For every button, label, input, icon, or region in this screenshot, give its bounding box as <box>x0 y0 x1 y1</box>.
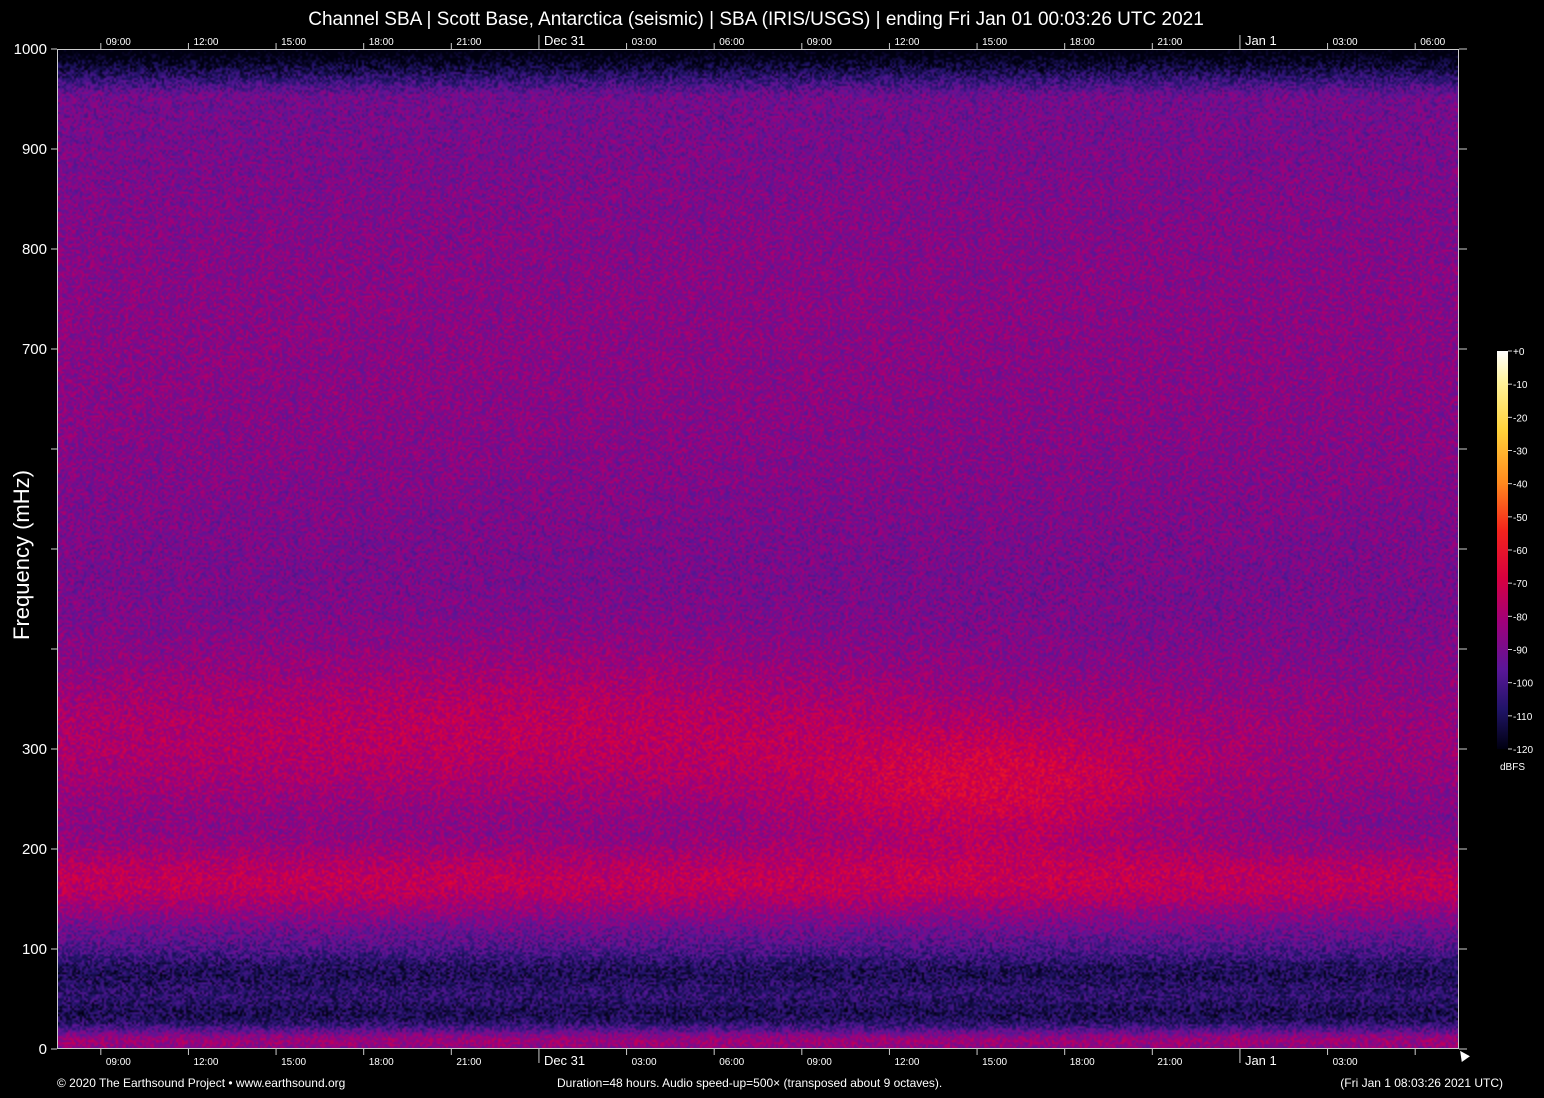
colorbar-tick-label: -70 <box>1513 579 1528 590</box>
x-tick-label-bottom: 15:00 <box>982 1057 1007 1068</box>
y-tick-label: 800 <box>22 241 47 258</box>
x-tick-label-bottom: 06:00 <box>719 1057 744 1068</box>
x-tick-label-top: 21:00 <box>1157 37 1182 48</box>
x-tick-label-top: 06:00 <box>1420 37 1445 48</box>
x-tick-label-top: Dec 31 <box>544 33 585 48</box>
x-tick-label-bottom: 18:00 <box>1070 1057 1095 1068</box>
x-tick-label-bottom: 03:00 <box>632 1057 657 1068</box>
y-tick-label: 300 <box>22 741 47 758</box>
y-tick-label: 100 <box>22 941 47 958</box>
x-tick-label-bottom: 18:00 <box>369 1057 394 1068</box>
y-tick-label: 900 <box>22 141 47 158</box>
x-tick-label-top: 12:00 <box>894 37 919 48</box>
x-tick-label-bottom: 15:00 <box>281 1057 306 1068</box>
y-tick-label: 200 <box>22 841 47 858</box>
x-tick-label-top: 03:00 <box>632 37 657 48</box>
x-tick-label-bottom: 03:00 <box>1333 1057 1358 1068</box>
colorbar-tick-label: -120 <box>1513 745 1533 756</box>
x-tick-label-bottom: 09:00 <box>807 1057 832 1068</box>
y-tick-label: 700 <box>22 341 47 358</box>
x-tick-label-top: 18:00 <box>369 37 394 48</box>
x-tick-label-top: 18:00 <box>1070 37 1095 48</box>
colorbar-tick-label: -90 <box>1513 646 1528 657</box>
colorbar-tick-label: -10 <box>1513 380 1528 391</box>
x-tick-label-top: 03:00 <box>1333 37 1358 48</box>
x-tick-label-bottom: 21:00 <box>456 1057 481 1068</box>
x-tick-label-bottom: 12:00 <box>894 1057 919 1068</box>
x-tick-label-bottom: Dec 31 <box>544 1053 585 1068</box>
colorbar-tick-label: -40 <box>1513 480 1528 491</box>
footer-copyright: © 2020 The Earthsound Project • www.eart… <box>57 1076 346 1090</box>
colorbar-tick-label: -100 <box>1513 679 1533 690</box>
colorbar-tick-label: -110 <box>1513 712 1533 723</box>
y-tick-label: 0 <box>39 1041 47 1058</box>
x-tick-label-bottom: 21:00 <box>1157 1057 1182 1068</box>
colorbar-tick-label: -60 <box>1513 546 1528 557</box>
colorbar-tick-label: -20 <box>1513 413 1528 424</box>
x-tick-label-bottom: Jan 1 <box>1245 1053 1277 1068</box>
x-tick-label-top: 15:00 <box>982 37 1007 48</box>
colorbar-tick-label: -50 <box>1513 513 1528 524</box>
x-tick-label-top: 21:00 <box>456 37 481 48</box>
colorbar-tick-label: -30 <box>1513 447 1528 458</box>
x-tick-label-top: 06:00 <box>719 37 744 48</box>
x-tick-label-top: 12:00 <box>193 37 218 48</box>
x-tick-label-bottom: 09:00 <box>106 1057 131 1068</box>
colorbar-unit-label: dBFS <box>1500 762 1526 773</box>
x-tick-label-top: 09:00 <box>807 37 832 48</box>
axes-overlay: 0 100 200 300 700 800 900 1000 09:00 09:00 12:00 12… <box>14 33 1534 1068</box>
x-tick-label-top: Jan 1 <box>1245 33 1277 48</box>
colorbar-tick-label: +0 <box>1513 347 1525 358</box>
y-tick-label: 1000 <box>14 41 47 58</box>
x-tick-label-top: 09:00 <box>106 37 131 48</box>
colorbar <box>1497 351 1508 749</box>
colorbar-tick-label: -80 <box>1513 612 1528 623</box>
footer-duration-info: Duration=48 hours. Audio speed-up=500× (… <box>557 1076 943 1090</box>
x-tick-label-bottom: 12:00 <box>193 1057 218 1068</box>
footer-timestamp: (Fri Jan 1 08:03:26 2021 UTC) <box>1340 1076 1503 1090</box>
x-tick-label-top: 15:00 <box>281 37 306 48</box>
